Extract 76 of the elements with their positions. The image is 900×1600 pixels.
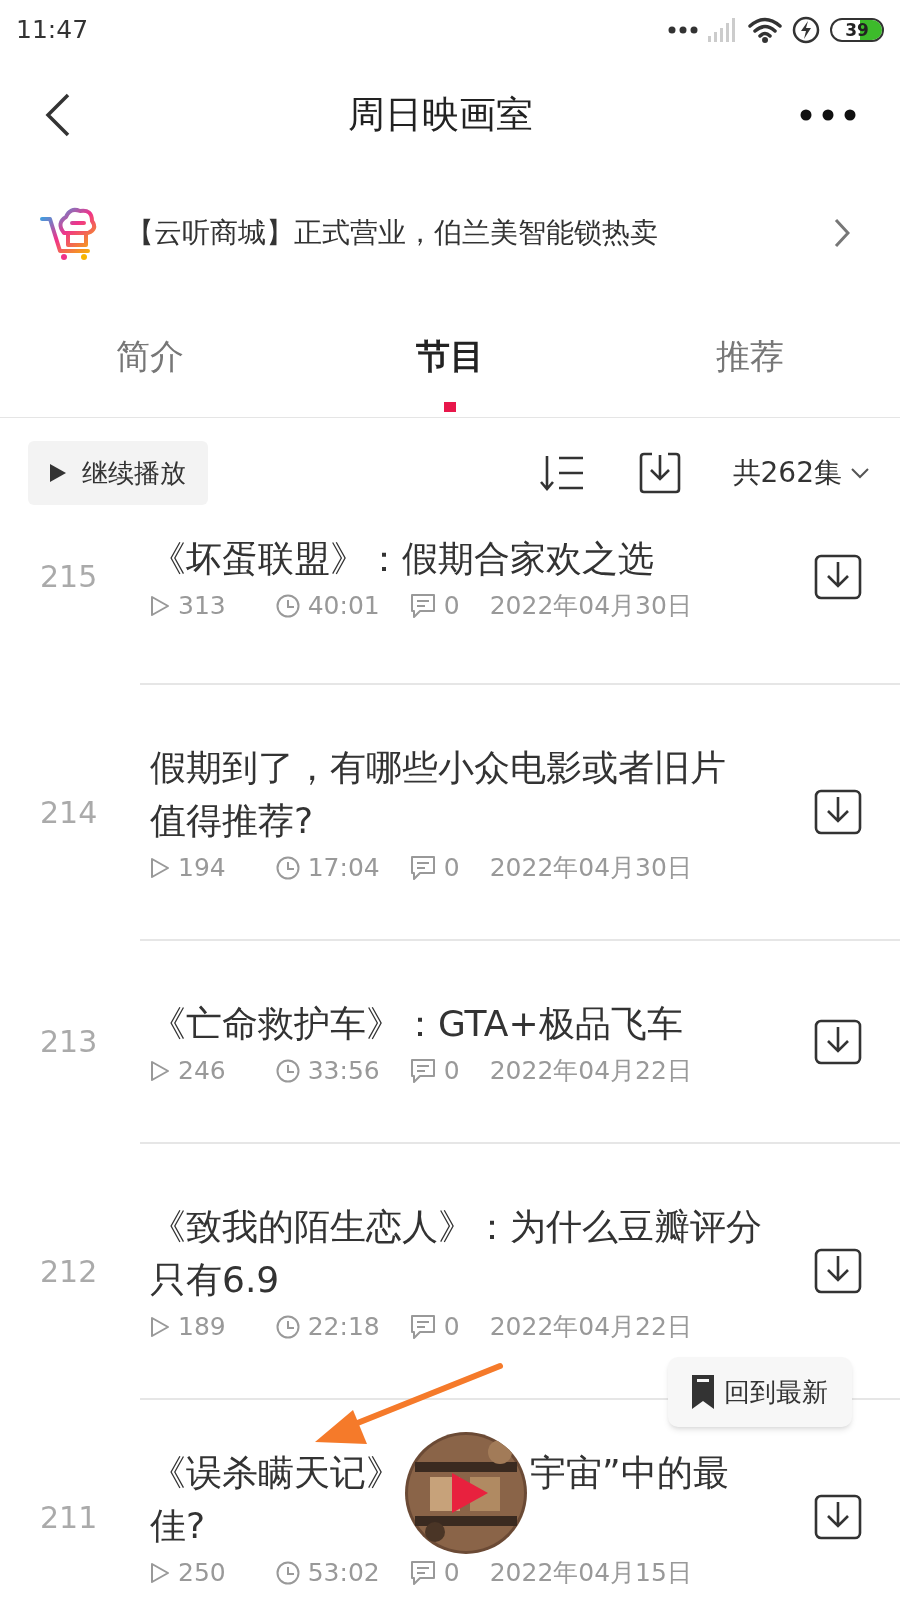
continue-play-button[interactable]: 继续播放: [28, 441, 208, 505]
play-outline-icon: [150, 595, 170, 617]
sort-icon: [538, 454, 585, 492]
play-outline-icon: [150, 1316, 170, 1338]
play-outline-icon: [150, 1562, 170, 1584]
download-icon: [814, 553, 862, 600]
charging-icon: [792, 16, 820, 44]
episode-number: 211: [39, 1498, 99, 1537]
clock-icon: [275, 1561, 300, 1585]
clock-icon: [275, 1315, 300, 1339]
play-count: 250: [178, 1557, 226, 1590]
tab[interactable]: 推荐: [600, 296, 900, 417]
episode-title[interactable]: 《亡命救护车》：GTA+极品飞车: [150, 997, 683, 1050]
back-icon: [44, 93, 70, 137]
comment-count: 0: [443, 852, 460, 885]
wifi-icon: [748, 17, 782, 43]
download-icon: [637, 451, 682, 495]
publish-date: 2022年04月30日: [489, 852, 692, 885]
episode-number: 212: [39, 1252, 99, 1291]
tab-indicator: [444, 402, 456, 412]
publish-date: 2022年04月22日: [489, 1055, 692, 1088]
publish-date: 2022年04月15日: [489, 1557, 692, 1590]
more-icon: [800, 109, 856, 121]
comment-icon: [409, 1314, 436, 1340]
clock-icon: [275, 856, 300, 880]
duration: 40:01: [307, 590, 380, 623]
download-icon: [814, 789, 862, 835]
download-icon: [814, 1494, 862, 1540]
play-count: 246: [178, 1055, 226, 1088]
episode-title[interactable]: 《误杀瞒天记》: [150, 1446, 402, 1499]
comment-count: 0: [443, 590, 460, 623]
bookmark-icon: [692, 1375, 714, 1409]
comment-icon: [409, 855, 436, 881]
promo-banner[interactable]: 【云听商城】正式营业，伯兰美智能锁热卖: [0, 170, 900, 296]
episode-title[interactable]: 假期到了，有哪些小众电影或者旧片 值得推荐?: [150, 741, 726, 847]
duration: 22:18: [307, 1311, 380, 1344]
episode-title[interactable]: 佳?: [150, 1499, 729, 1552]
episode-number: 215: [39, 558, 99, 596]
chevron-down-icon: [850, 467, 870, 479]
duration: 17:04: [307, 852, 380, 885]
page-title: 周日映画室: [347, 92, 533, 139]
signal-icon: [708, 18, 738, 42]
publish-date: 2022年04月22日: [489, 1311, 692, 1344]
comment-count: 0: [443, 1557, 460, 1590]
play-outline-icon: [150, 1060, 170, 1082]
tab[interactable]: 简介: [0, 296, 300, 417]
play-icon: [50, 464, 66, 482]
play-count: 189: [178, 1311, 226, 1344]
back-to-latest-button[interactable]: 回到最新: [668, 1357, 852, 1427]
comment-count: 0: [443, 1055, 460, 1088]
status-time: 11:47: [16, 14, 89, 47]
download-icon: [814, 1248, 862, 1294]
more-icon: [668, 26, 698, 34]
chevron-right-icon: [834, 218, 850, 248]
duration: 33:56: [307, 1055, 380, 1088]
comment-count: 0: [443, 1311, 460, 1344]
episode-number: 213: [39, 1023, 99, 1061]
play-outline-icon: [150, 857, 170, 879]
clock-icon: [275, 1059, 300, 1083]
comment-icon: [409, 1560, 436, 1586]
comment-icon: [409, 593, 436, 619]
episode-title[interactable]: 宇宙”中的最: [530, 1446, 729, 1499]
episode-title[interactable]: 《致我的陌生恋人》：为什么豆瓣评分 只有6.9: [150, 1200, 762, 1306]
episode-count-dropdown[interactable]: 共262集: [732, 452, 870, 494]
comment-icon: [409, 1058, 436, 1084]
play-icon: [450, 1471, 490, 1515]
publish-date: 2022年04月30日: [489, 590, 692, 623]
episode-number: 214: [39, 793, 99, 832]
download-icon: [814, 1018, 862, 1065]
clock-icon: [275, 594, 300, 618]
play-count: 194: [178, 852, 226, 885]
duration: 53:02: [307, 1557, 380, 1590]
tab[interactable]: 节目: [300, 296, 600, 417]
episode-title[interactable]: 《坏蛋联盟》：假期合家欢之选: [150, 532, 654, 585]
play-count: 313: [178, 590, 226, 623]
banner-text: 【云听商城】正式营业，伯兰美智能锁热卖: [126, 215, 659, 251]
